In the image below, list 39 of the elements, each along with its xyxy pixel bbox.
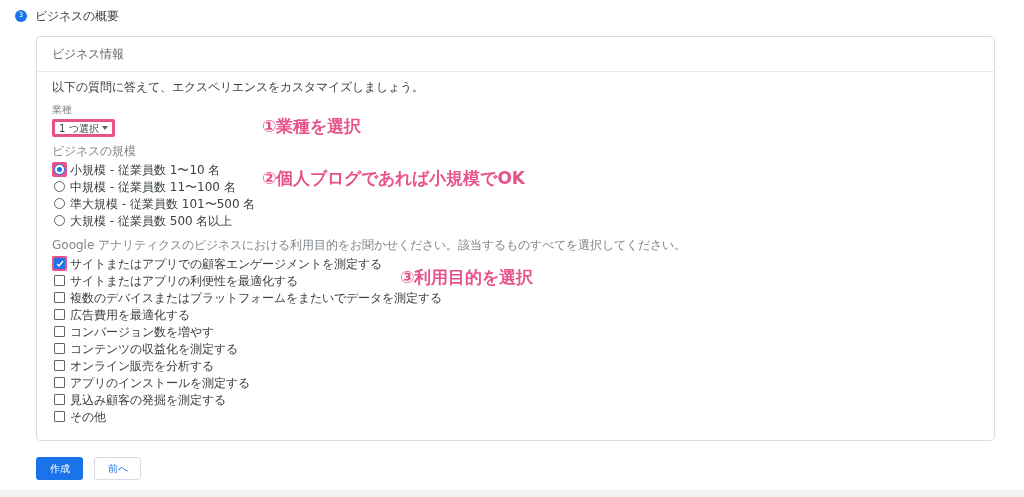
annotation-text: ①業種を選択 — [262, 115, 362, 138]
radio-label: 中規模 - 従業員数 11〜100 名 — [70, 178, 236, 196]
card-title: ビジネス情報 — [52, 46, 124, 63]
checkbox[interactable] — [52, 324, 67, 339]
checkbox[interactable] — [52, 358, 67, 373]
checkbox-label: その他 — [70, 408, 106, 426]
field-label: ビジネスの規模 — [52, 144, 137, 158]
field-label: Google アナリティクスのビジネスにおける利用目的をお聞かせください。該当するものすべてを選択してください。 — [52, 238, 688, 252]
caret-icon — [101, 126, 108, 130]
checkbox[interactable] — [52, 409, 67, 424]
checkbox[interactable] — [52, 273, 67, 288]
checkbox[interactable] — [52, 256, 67, 271]
checkbox-label: サイトまたはアプリの利便性を最適化する — [70, 272, 298, 290]
checkbox[interactable] — [52, 290, 67, 305]
industry-dropdown[interactable]: 1 つ選択 — [52, 119, 115, 137]
checkbox-label: 広告費用を最適化する — [70, 306, 190, 324]
checkbox[interactable] — [52, 307, 67, 322]
intro-text: 以下の質問に答えて、エクスペリエンスをカスタマイズしましょう。 — [52, 80, 425, 94]
radio-label: 大規模 - 従業員数 500 名以上 — [70, 212, 233, 230]
field-label: 業種 — [52, 104, 73, 116]
checkbox-label: 見込み顧客の発掘を測定する — [70, 391, 226, 409]
checkbox-label: コンバージョン数を増やす — [70, 323, 214, 341]
checkbox[interactable] — [52, 375, 67, 390]
check-icon — [55, 259, 64, 268]
checkbox-label: 複数のデバイスまたはプラットフォームをまたいでデータを測定する — [70, 289, 442, 307]
radio-label: 準大規模 - 従業員数 101〜500 名 — [70, 195, 256, 213]
annotation-text: ②個人ブログであれば小規模でOK — [262, 167, 526, 190]
radio-label: 小規模 - 従業員数 1〜10 名 — [70, 161, 221, 179]
checkbox-label: オンライン販売を分析する — [70, 357, 214, 375]
checkbox-label: アプリのインストールを測定する — [70, 374, 250, 392]
checkbox-label: コンテンツの収益化を測定する — [70, 340, 238, 358]
radio-button[interactable] — [52, 162, 67, 177]
back-button[interactable]: 前へ — [94, 457, 141, 480]
checkbox[interactable] — [52, 341, 67, 356]
annotation-text: ③利用目的を選択 — [400, 266, 534, 289]
checkbox-label: サイトまたはアプリでの顧客エンゲージメントを測定する — [70, 255, 382, 273]
checkbox[interactable] — [52, 392, 67, 407]
step-title: ビジネスの概要 — [35, 7, 119, 25]
create-button[interactable]: 作成 — [36, 457, 83, 480]
